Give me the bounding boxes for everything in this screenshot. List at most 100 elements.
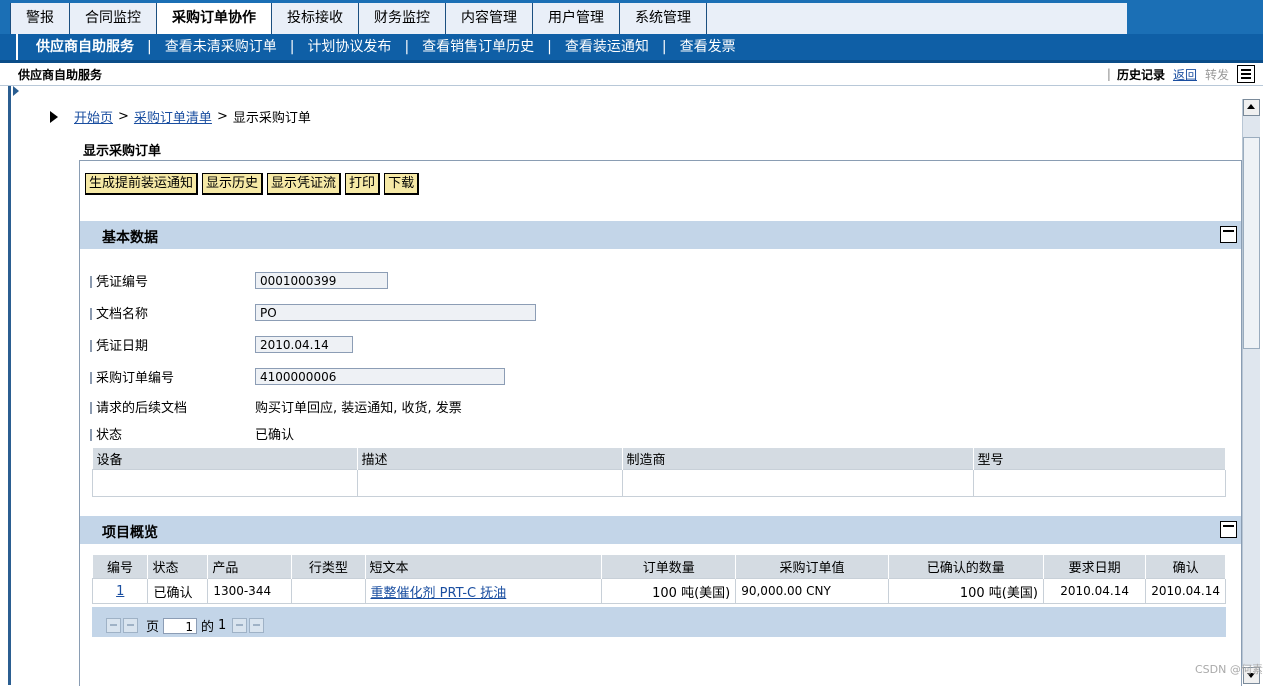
doc-no-field[interactable]: 0001000399	[255, 271, 388, 289]
item-confirmed-qty-cell: 100 吨(美国)	[887, 578, 1044, 604]
subnav-sales-order-history[interactable]: 查看销售订单历史	[422, 34, 534, 60]
field-followup-docs: 请求的后续文档 购买订单回应, 装运通知, 收货, 发票	[90, 395, 462, 417]
item-req-date-cell: 2010.04.14	[1042, 578, 1147, 604]
item-value-cell: 90,000.00 CNY	[735, 578, 889, 604]
collapse-icon[interactable]	[1220, 521, 1237, 538]
page-menu-icon[interactable]	[1237, 65, 1255, 83]
scroll-thumb[interactable]	[1243, 137, 1260, 349]
item-product-cell: 1300-344	[207, 578, 293, 604]
subnav-open-pos[interactable]: 查看未清采购订单	[165, 34, 277, 60]
scroll-up-icon[interactable]	[1243, 99, 1260, 116]
collapse-icon[interactable]	[1220, 226, 1237, 243]
tab-system-mgmt[interactable]: 系统管理	[620, 3, 707, 34]
tab-po-collaboration[interactable]: 采购订单协作	[157, 3, 272, 34]
breadcrumb-current: 显示采购订单	[232, 111, 311, 126]
header-actions: | 历史记录 返回 转发	[1107, 65, 1255, 83]
item-overview-header: 项目概览	[80, 516, 1241, 544]
column-header[interactable]: 产品	[207, 555, 293, 579]
item-number-link[interactable]: 1	[116, 584, 124, 599]
forward-link[interactable]: 转发	[1205, 66, 1229, 83]
column-header[interactable]: 短文本	[365, 555, 603, 579]
equipment-table: 设备 描述 制造商 型号	[92, 448, 1226, 497]
download-button[interactable]: 下载	[384, 173, 420, 195]
breadcrumb: 开始页 > 采购订单清单 > 显示采购订单	[50, 107, 311, 126]
show-history-button[interactable]: 显示历史	[202, 173, 264, 195]
back-link[interactable]: 返回	[1173, 66, 1197, 83]
column-header[interactable]: 订单数量	[601, 555, 737, 579]
expand-navigation-icon[interactable]	[13, 86, 19, 96]
column-header[interactable]: 描述	[357, 448, 623, 470]
column-header[interactable]: 已确认的数量	[888, 555, 1044, 579]
table-header-row: 编号 状态 产品 行类型 短文本 订单数量 采购订单值 已确认的数量 要求日期 …	[92, 555, 1226, 579]
action-toolbar: 生成提前装运通知 显示历史 显示凭证流 打印 下载	[85, 173, 423, 195]
doc-name-field[interactable]: PO	[255, 303, 536, 321]
first-page-icon[interactable]	[106, 618, 121, 633]
tab-finance-monitor[interactable]: 财务监控	[359, 3, 446, 34]
item-short-text-link[interactable]: 重整催化剂 PRT-C 抚油	[371, 586, 507, 601]
last-page-icon[interactable]	[249, 618, 265, 633]
print-button[interactable]: 打印	[345, 173, 381, 195]
tab-alerts[interactable]: 警报	[11, 3, 70, 34]
table-row: 1 已确认 1300-344 重整催化剂 PRT-C 抚油 100 吨(美国) …	[91, 578, 1226, 604]
breadcrumb-po-list[interactable]: 采购订单清单	[134, 107, 212, 126]
item-short-text-cell: 重整催化剂 PRT-C 抚油	[364, 578, 603, 604]
breadcrumb-separator: >	[118, 109, 129, 124]
column-header[interactable]: 设备	[92, 448, 358, 470]
tab-bid-receipt[interactable]: 投标接收	[272, 3, 359, 34]
total-pages: 1	[218, 618, 227, 633]
prev-page-icon[interactable]	[123, 618, 138, 633]
left-navigation-edge	[8, 86, 11, 685]
create-asn-button[interactable]: 生成提前装运通知	[85, 173, 199, 195]
field-doc-date: 凭证日期 2010.04.14	[90, 333, 353, 355]
tab-content-mgmt[interactable]: 内容管理	[446, 3, 533, 34]
vertical-scrollbar[interactable]	[1242, 99, 1260, 684]
subnav-separator: |	[661, 39, 667, 55]
subnav-separator: |	[547, 39, 552, 55]
column-header[interactable]: 状态	[147, 555, 209, 579]
table-cell[interactable]	[92, 469, 358, 497]
workarea-title: 供应商自助服务	[18, 68, 103, 82]
field-po-no: 采购订单编号 4100000006	[90, 365, 505, 387]
page-label: 页	[146, 620, 160, 635]
top-navigation: 警报 合同监控 采购订单协作 投标接收 财务监控 内容管理 用户管理 系统管理	[0, 0, 1263, 34]
column-header[interactable]: 要求日期	[1043, 555, 1147, 579]
column-header[interactable]: 型号	[973, 448, 1226, 470]
top-tab-bar: 警报 合同监控 采购订单协作 投标接收 财务监控 内容管理 用户管理 系统管理	[10, 3, 1127, 34]
field-label: 文档名称	[90, 303, 255, 322]
column-header[interactable]: 行类型	[291, 555, 366, 579]
subnav-schedule-release[interactable]: 计划协议发布	[307, 34, 391, 60]
subnav-separator: |	[404, 39, 410, 55]
column-header[interactable]: 确认	[1145, 555, 1226, 579]
subnav-invoices[interactable]: 查看发票	[680, 34, 736, 60]
tab-user-mgmt[interactable]: 用户管理	[533, 3, 620, 34]
doc-date-field[interactable]: 2010.04.14	[255, 335, 353, 353]
subnav-separator: |	[289, 39, 295, 55]
item-table: 编号 状态 产品 行类型 短文本 订单数量 采购订单值 已确认的数量 要求日期 …	[91, 555, 1226, 604]
subnav-shipping-notices[interactable]: 查看装运通知	[565, 34, 649, 60]
subnav-supplier-self-service[interactable]: 供应商自助服务	[36, 34, 134, 60]
field-label: 凭证编号	[90, 271, 255, 290]
next-page-icon[interactable]	[232, 618, 248, 633]
po-no-field[interactable]: 4100000006	[255, 367, 505, 385]
table-cell[interactable]	[621, 469, 974, 497]
basic-data-title: 基本数据	[102, 230, 158, 246]
field-label: 请求的后续文档	[90, 397, 255, 416]
field-label: 状态	[90, 424, 255, 443]
column-header[interactable]: 制造商	[622, 448, 974, 470]
breadcrumb-home[interactable]: 开始页	[74, 107, 113, 126]
show-doc-flow-button[interactable]: 显示凭证流	[267, 173, 342, 195]
tab-contract-monitor[interactable]: 合同监控	[70, 3, 157, 34]
table-cell[interactable]	[972, 469, 1226, 497]
sub-navigation: 供应商自助服务 | 查看未清采购订单 | 计划协议发布 | 查看销售订单历史 |…	[0, 34, 1263, 63]
table-cell[interactable]	[356, 469, 623, 497]
tab-bar-filler	[707, 3, 1127, 34]
watermark: CSDN @何素	[1195, 663, 1263, 676]
history-menu[interactable]: 历史记录	[1117, 66, 1165, 83]
page-number-input[interactable]: 1	[163, 617, 198, 634]
followup-docs-value: 购买订单回应, 装运通知, 收货, 发票	[255, 400, 462, 416]
po-detail-panel: 生成提前装运通知 显示历史 显示凭证流 打印 下载 基本数据 凭证编号 0001…	[79, 160, 1242, 686]
column-header[interactable]: 采购订单值	[735, 555, 889, 579]
column-header[interactable]: 编号	[92, 555, 149, 579]
field-doc-no: 凭证编号 0001000399	[90, 269, 388, 291]
status-value: 已确认	[255, 427, 295, 443]
